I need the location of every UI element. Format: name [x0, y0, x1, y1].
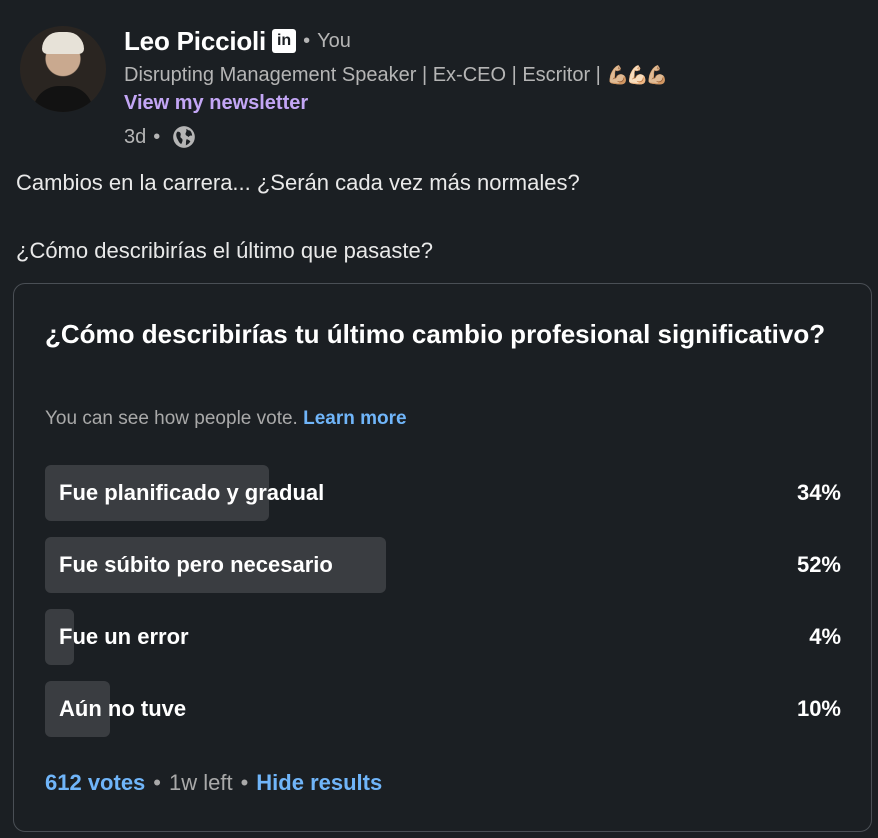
poll-visibility-note: You can see how people vote. Learn more: [45, 408, 407, 430]
relation-label: You: [317, 29, 351, 52]
poll-question: ¿Cómo describirías tu último cambio prof…: [45, 319, 826, 349]
poll-option-percent: 4%: [809, 624, 841, 649]
poll-option-percent: 10%: [796, 696, 841, 721]
separator-dot: •: [153, 770, 161, 795]
headline-text: Disrupting Management Speaker | Ex-CEO |…: [124, 63, 601, 86]
learn-more-link[interactable]: Learn more: [303, 408, 406, 429]
poll-option-percent: 34%: [796, 480, 841, 505]
author-headline: Disrupting Management Speaker | Ex-CEO |…: [124, 62, 844, 88]
separator-dot: •: [240, 770, 249, 795]
poll-option-label: Aún no tuve: [59, 696, 187, 721]
separator-dot: •: [153, 125, 161, 148]
post-time-row: 3d •: [124, 124, 844, 150]
globe-icon: [173, 126, 196, 148]
post-body: Cambios en la carrera... ¿Serán cada vez…: [16, 166, 580, 268]
hide-results-link[interactable]: Hide results: [256, 770, 382, 796]
post-age: 3d: [124, 125, 147, 148]
poll-card: ¿Cómo describirías tu último cambio prof…: [13, 283, 872, 832]
poll-option-percent: 52%: [796, 552, 841, 577]
author-name-row: Leo Piccioli in • You: [124, 24, 844, 58]
post-line-1: Cambios en la carrera... ¿Serán cada vez…: [16, 170, 580, 195]
poll-footer: 612 votes • 1w left • Hide results: [45, 770, 382, 796]
poll-option[interactable]: Fue súbito pero necesario 52%: [45, 537, 841, 593]
poll-option[interactable]: Fue un error 4%: [45, 609, 841, 665]
poll-option[interactable]: Fue planificado y gradual 34%: [45, 465, 841, 521]
poll-option-label: Fue un error: [59, 624, 189, 649]
flexed-biceps-emoji: 💪🏼💪🏻💪🏼: [606, 64, 668, 85]
post-header: Leo Piccioli in • You Disrupting Managem…: [20, 24, 860, 148]
separator-dot: •: [303, 29, 311, 52]
poll-option-label: Fue planificado y gradual: [59, 480, 325, 505]
post-line-2: ¿Cómo describirías el último que pasaste…: [16, 238, 433, 263]
avatar[interactable]: [20, 26, 106, 112]
author-meta: Leo Piccioli in • You Disrupting Managem…: [124, 24, 844, 150]
linkedin-icon: in: [272, 29, 297, 53]
author-name[interactable]: Leo Piccioli: [124, 26, 266, 57]
poll-option-label: Fue súbito pero necesario: [59, 552, 333, 577]
newsletter-link[interactable]: View my newsletter: [124, 92, 844, 118]
vote-count-link[interactable]: 612 votes: [45, 770, 145, 796]
visibility-note-text: You can see how people vote.: [45, 408, 298, 429]
poll-option[interactable]: Aún no tuve 10%: [45, 681, 841, 737]
time-left: 1w left: [169, 770, 233, 795]
